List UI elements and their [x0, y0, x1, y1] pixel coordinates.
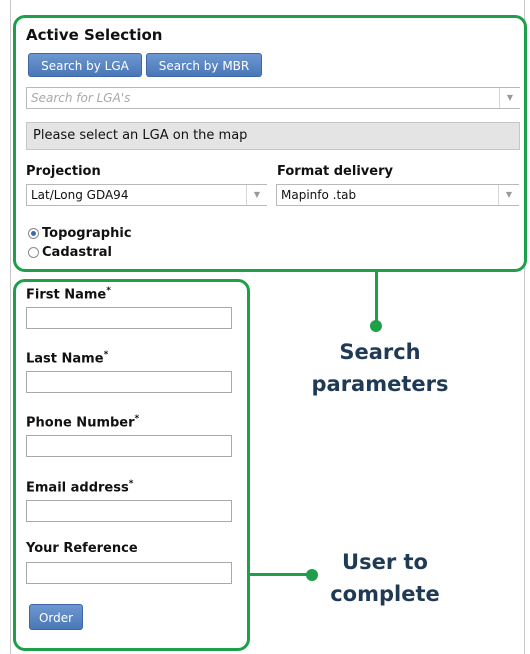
callout-connector-search [375, 272, 378, 324]
last-name-label: Last Name* [26, 350, 108, 366]
select-lga-notice: Please select an LGA on the map [26, 122, 520, 150]
callout-user-line-1: User to [342, 550, 428, 574]
radio-topographic-label: Topographic [42, 226, 132, 241]
chevron-down-icon[interactable]: ▼ [246, 185, 267, 205]
required-mark: * [103, 350, 109, 360]
your-reference-label: Your Reference [26, 541, 138, 556]
last-name-input[interactable] [26, 371, 232, 393]
email-address-label-text: Email address [26, 480, 129, 496]
radio-cadastral-label: Cadastral [42, 245, 112, 260]
email-address-input[interactable] [26, 500, 232, 522]
first-name-input[interactable] [26, 307, 232, 329]
first-name-label: First Name* [26, 286, 111, 302]
chevron-down-icon[interactable]: ▼ [499, 88, 520, 108]
search-by-lga-button[interactable]: Search by LGA [28, 53, 142, 77]
callout-user-line-2: complete [330, 582, 440, 606]
first-name-label-text: First Name [26, 287, 107, 303]
radio-checked-icon[interactable] [28, 228, 39, 239]
last-name-label-text: Last Name [26, 351, 104, 367]
order-button[interactable]: Order [29, 604, 83, 630]
callout-connector-user [250, 573, 312, 576]
page-left-border [10, 0, 11, 654]
your-reference-input[interactable] [26, 562, 232, 584]
search-by-mbr-button[interactable]: Search by MBR [146, 53, 262, 77]
required-mark: * [134, 414, 140, 424]
active-selection-title: Active Selection [26, 26, 163, 44]
required-mark: * [128, 479, 134, 489]
user-to-complete-callout: User to complete [315, 546, 455, 610]
callout-search-line-2: parameters [311, 372, 449, 396]
radio-unchecked-icon[interactable] [28, 247, 39, 258]
user-form-highlight [13, 279, 250, 651]
email-address-label: Email address* [26, 479, 133, 495]
callout-dot-search [370, 320, 382, 332]
chevron-down-icon[interactable]: ▼ [498, 185, 519, 205]
format-delivery-label: Format delivery [277, 164, 393, 179]
phone-number-input[interactable] [26, 435, 232, 457]
projection-label: Projection [26, 164, 101, 179]
lga-search-input[interactable] [26, 87, 520, 109]
phone-number-label-text: Phone Number [26, 415, 135, 431]
format-delivery-select[interactable]: Mapinfo .tab [276, 184, 519, 206]
callout-search-line-1: Search [339, 340, 421, 364]
search-parameters-callout: Search parameters [310, 336, 450, 400]
phone-number-label: Phone Number* [26, 414, 139, 430]
your-reference-label-text: Your Reference [26, 541, 138, 556]
radio-cadastral[interactable]: Cadastral [28, 245, 112, 260]
required-mark: * [106, 286, 111, 296]
projection-select[interactable]: Lat/Long GDA94 [26, 184, 267, 206]
radio-topographic[interactable]: Topographic [28, 226, 132, 241]
